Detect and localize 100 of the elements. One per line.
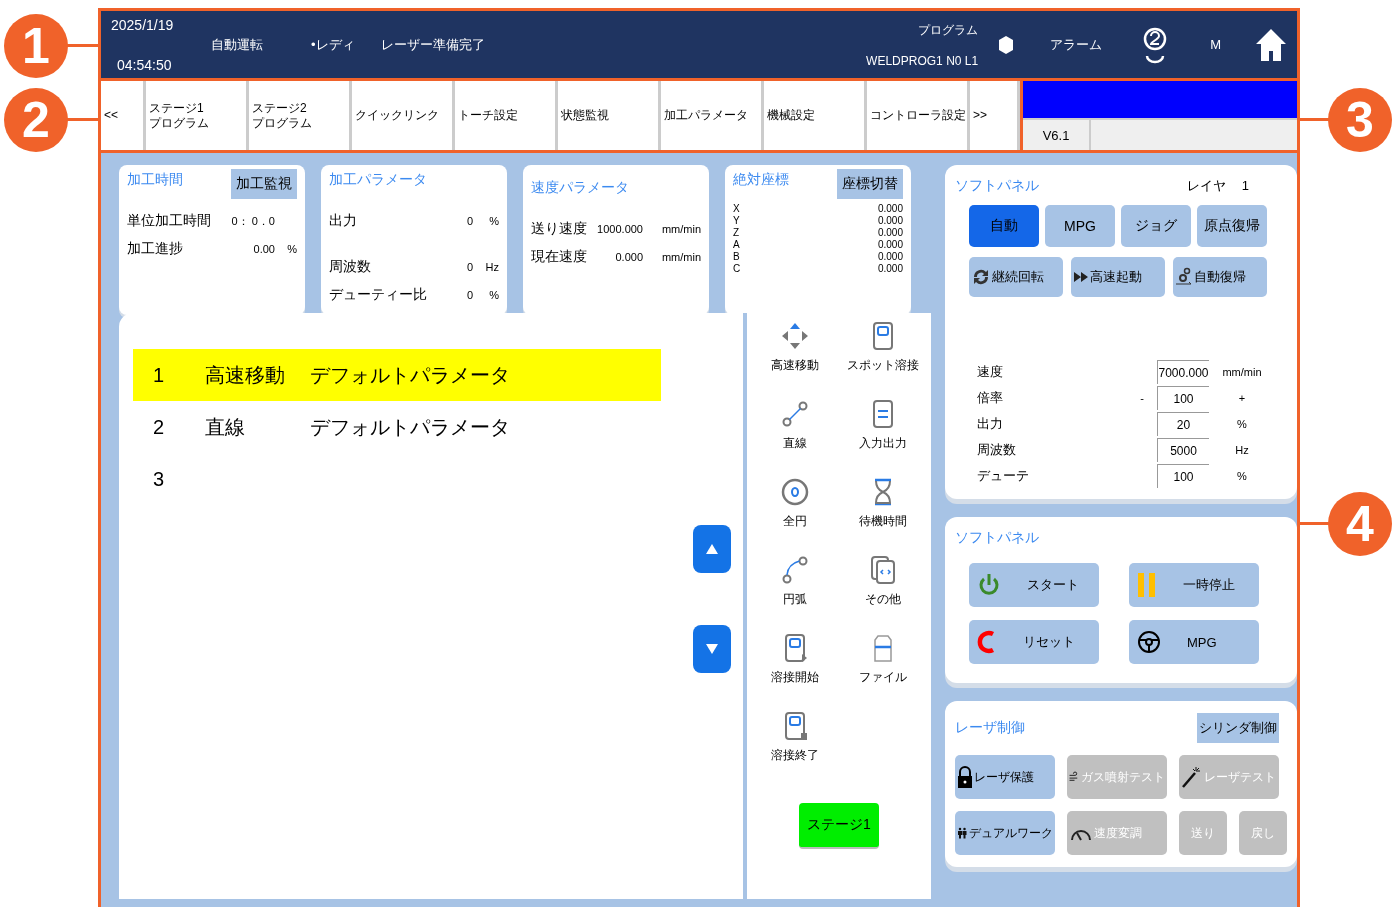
mode-button[interactable]: ジョグ <box>1121 205 1191 247</box>
scroll-up-button[interactable] <box>693 525 731 573</box>
program-line[interactable]: 2 直線 デフォルトパラメータ <box>133 401 661 453</box>
pause-icon <box>1137 571 1157 599</box>
command-tool[interactable]: 溶接終了 <box>751 711 839 787</box>
power-icon <box>977 572 1001 598</box>
param-label: 加工進捗 <box>127 240 184 258</box>
callout-number: 2 <box>4 88 68 152</box>
card-button[interactable]: 加工監視 <box>231 169 297 199</box>
control-button[interactable]: 一時停止 <box>1129 563 1259 607</box>
param-value: 1000.000 <box>597 223 643 235</box>
function-button[interactable]: 継続回転 <box>969 257 1063 297</box>
param-unit: mm/min <box>1221 366 1263 378</box>
panel-title: ソフトパネル <box>955 529 1040 547</box>
arc-icon <box>780 555 810 585</box>
command-tool[interactable]: スポット溶接 <box>839 321 927 397</box>
param-label: 倍率 <box>977 389 1004 407</box>
param-value: 0.000 <box>615 251 643 263</box>
control-button[interactable]: スタート <box>969 563 1099 607</box>
line-icon <box>780 399 810 429</box>
param-field[interactable]: 20 <box>1157 412 1209 436</box>
param-label: 出力 <box>977 415 1004 433</box>
card-title: 絶対座標 <box>733 171 789 189</box>
param-label: 周波数 <box>977 441 1017 459</box>
cylinder-button[interactable]: シリンダ制御 <box>1197 713 1279 743</box>
reset-icon <box>977 628 997 656</box>
decrease-button[interactable]: - <box>1127 392 1157 404</box>
command-tool[interactable]: 入力出力 <box>839 399 927 475</box>
param-unit: % <box>1236 470 1248 482</box>
stage-button[interactable]: ステージ1 <box>799 803 879 849</box>
callout-number: 3 <box>1328 88 1392 152</box>
nav-tab[interactable]: 加工パラメータ <box>661 81 764 150</box>
nav-tab[interactable]: >> <box>970 81 1020 150</box>
nav-tab[interactable]: 状態監視 <box>558 81 661 150</box>
laser-button[interactable]: レーザ保護 <box>955 755 1055 799</box>
param-label: 送り速度 <box>531 220 588 238</box>
param-value: 0： 0．0 <box>231 213 275 229</box>
nav-tab[interactable]: << <box>101 81 146 150</box>
param-unit: Hz <box>484 261 499 273</box>
home-icon <box>1255 27 1287 62</box>
hexagon-icon <box>998 34 1015 55</box>
callout-number: 1 <box>4 14 68 78</box>
param-field[interactable]: 5000 <box>1157 438 1209 462</box>
laser-status: レーザー準備完了 <box>381 35 485 54</box>
function-button[interactable]: 自動復帰 <box>1173 257 1267 297</box>
param-value: 0 <box>466 261 473 273</box>
command-tool[interactable]: ファイル <box>839 633 927 709</box>
magic-wand-icon <box>1181 765 1203 789</box>
mode-button[interactable]: 原点復帰 <box>1197 205 1267 247</box>
down-triangle-icon <box>705 643 719 655</box>
param-field[interactable]: 100 <box>1157 386 1209 410</box>
command-tool[interactable]: 全円 <box>751 477 839 553</box>
param-label: 単位加工時間 <box>127 212 212 230</box>
axis-label: Y <box>733 215 741 227</box>
param-label: 現在速度 <box>531 248 588 266</box>
command-tool[interactable]: 溶接開始 <box>751 633 839 709</box>
date-text: 2025/1/19 <box>111 16 175 33</box>
card-title: 加工時間 <box>127 171 183 189</box>
alarm-label[interactable]: アラーム <box>1050 35 1103 54</box>
control-button[interactable]: リセット <box>969 620 1099 664</box>
mode-text: 自動運転 <box>211 35 264 54</box>
command-tool[interactable]: 直線 <box>751 399 839 475</box>
nav-tab[interactable]: 機械設定 <box>764 81 867 150</box>
axis-value: 0.000 <box>877 227 903 239</box>
card-button[interactable]: 座標切替 <box>837 169 903 199</box>
param-unit: mm/min <box>660 251 701 263</box>
param-value: 0 <box>466 215 473 227</box>
axis-label: C <box>733 263 742 275</box>
version-text: V6.1 <box>1023 120 1091 150</box>
user-badge-icon <box>1142 25 1169 64</box>
program-line[interactable]: 3 <box>133 453 661 505</box>
axis-value: 0.000 <box>877 215 903 227</box>
param-field[interactable]: 7000.000 <box>1157 360 1209 384</box>
panel-title: ソフトパネル <box>955 177 1039 195</box>
param-label: 出力 <box>329 212 358 230</box>
command-tool[interactable]: 円弧 <box>751 555 839 631</box>
param-field[interactable]: 100 <box>1157 464 1209 488</box>
increase-button[interactable]: + <box>1209 392 1269 404</box>
gears-icon <box>1175 266 1193 288</box>
control-button[interactable]: MPG <box>1129 620 1259 664</box>
m-label: M <box>1210 37 1221 52</box>
callout-number: 4 <box>1328 492 1392 556</box>
layer-text: レイヤ 1 <box>1186 177 1249 195</box>
mode-button[interactable]: MPG <box>1045 205 1115 247</box>
card-title: 加工パラメータ <box>329 171 427 189</box>
command-tool[interactable]: 高速移動 <box>751 321 839 397</box>
param-label: 速度 <box>977 363 1004 381</box>
mode-button[interactable]: 自動 <box>969 205 1039 247</box>
status-text: •レディ <box>311 35 356 54</box>
param-unit: Hz <box>1234 444 1250 456</box>
laser-button[interactable]: デュアルワーク <box>955 811 1055 855</box>
scroll-down-button[interactable] <box>693 625 731 673</box>
fast-forward-icon <box>1073 270 1089 284</box>
function-button[interactable]: 高速起動 <box>1071 257 1165 297</box>
time-text: 04:54:50 <box>116 56 173 73</box>
param-unit: % <box>286 243 297 255</box>
command-tool[interactable]: 待機時間 <box>839 477 927 553</box>
command-tool[interactable]: その他 <box>839 555 927 631</box>
lock-icon <box>957 765 973 789</box>
move-arrows-icon <box>780 321 810 351</box>
